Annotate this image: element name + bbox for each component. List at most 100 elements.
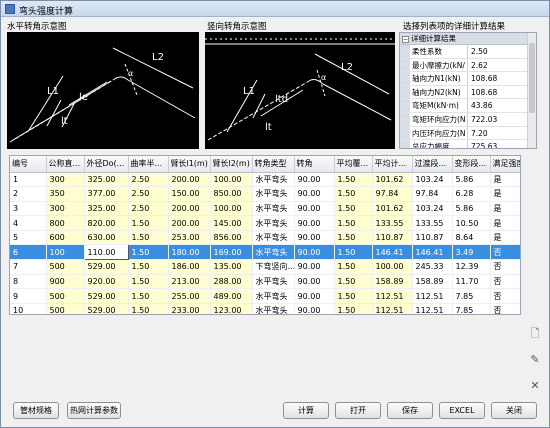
table-cell[interactable]: 10.50: [452, 215, 491, 231]
table-row[interactable]: 4 800 820.00 1.50 200.00 145.00 水平弯头 90.00 1.50 1…: [10, 215, 520, 231]
table-cell[interactable]: 100.00: [210, 172, 253, 188]
table-cell[interactable]: 1.50: [128, 259, 169, 275]
column-header[interactable]: 外径Do(...: [84, 156, 129, 173]
table-cell[interactable]: 1.50: [334, 186, 373, 202]
table-cell[interactable]: 90.00: [294, 186, 335, 202]
table-cell[interactable]: 7: [10, 259, 47, 275]
table-cell[interactable]: 1.50: [334, 259, 373, 275]
table-cell[interactable]: 否: [490, 244, 520, 261]
column-header[interactable]: 转角: [294, 156, 335, 173]
delete-row-icon[interactable]: ✕: [528, 379, 542, 393]
table-cell[interactable]: 下弯竖向...: [252, 259, 295, 275]
table-cell[interactable]: 1.50: [128, 215, 169, 231]
table-cell[interactable]: 850.00: [210, 186, 253, 202]
table-cell[interactable]: 1: [10, 172, 47, 188]
table-cell[interactable]: 920.00: [84, 274, 129, 290]
table-cell[interactable]: 101.62: [372, 172, 413, 188]
table-cell[interactable]: 158.89: [372, 274, 413, 290]
table-cell[interactable]: 97.84: [412, 186, 453, 202]
table-cell[interactable]: 325.00: [84, 201, 129, 217]
column-header[interactable]: 臂长l1(m): [168, 156, 211, 173]
column-header[interactable]: 平均计...: [372, 156, 413, 173]
table-cell[interactable]: 630.00: [84, 230, 129, 246]
table-cell[interactable]: 1.50: [334, 201, 373, 217]
table-row[interactable]: 7 500 529.00 1.50 186.00 135.00 下弯竖向... 90.00 1.…: [10, 259, 520, 275]
table-cell[interactable]: 90.00: [294, 244, 335, 261]
table-cell[interactable]: 500: [46, 288, 85, 304]
table-cell[interactable]: 133.55: [372, 215, 413, 231]
table-cell[interactable]: 水平弯头: [252, 274, 295, 290]
table-cell[interactable]: 110.87: [412, 230, 453, 246]
table-cell[interactable]: 10: [10, 303, 47, 314]
table-row[interactable]: 10 500 529.00 1.50 233.00 123.00 水平弯头 90.00 1.50…: [10, 303, 520, 314]
table-cell[interactable]: 9: [10, 288, 47, 304]
table-row[interactable]: 3 300 325.00 2.50 200.00 100.00 水平弯头 90.00 1.50 1…: [10, 201, 520, 217]
table-row[interactable]: 1 300 325.00 2.50 200.00 100.00 水平弯头 90.00 1.50 1…: [10, 172, 520, 188]
table-cell[interactable]: 100.00: [372, 259, 413, 275]
detail-group-header[interactable]: − 详细计算结果: [400, 33, 536, 45]
column-header[interactable]: 编号: [10, 156, 47, 173]
table-cell[interactable]: 8: [10, 274, 47, 290]
open-button[interactable]: 打开: [335, 402, 381, 419]
table-cell[interactable]: 255.00: [168, 288, 211, 304]
table-cell[interactable]: 213.00: [168, 274, 211, 290]
table-cell[interactable]: 112.51: [412, 288, 453, 304]
table-cell[interactable]: 90.00: [294, 172, 335, 188]
table-cell[interactable]: 103.24: [412, 172, 453, 188]
table-cell[interactable]: 186.00: [168, 259, 211, 275]
table-cell[interactable]: 是: [490, 230, 520, 246]
table-cell[interactable]: 1.50: [334, 274, 373, 290]
table-cell[interactable]: 233.00: [168, 303, 211, 314]
table-cell[interactable]: 135.00: [210, 259, 253, 275]
table-cell[interactable]: 600: [46, 230, 85, 246]
table-cell[interactable]: 是: [490, 172, 520, 188]
column-header[interactable]: 变形段...: [452, 156, 491, 173]
table-cell[interactable]: 112.51: [372, 303, 413, 314]
table-cell[interactable]: 是: [490, 201, 520, 217]
table-cell[interactable]: 500: [46, 303, 85, 314]
table-cell[interactable]: 300: [46, 172, 85, 188]
table-cell[interactable]: 1.50: [128, 230, 169, 246]
table-cell[interactable]: 1.50: [128, 303, 169, 314]
table-cell[interactable]: 200.00: [168, 215, 211, 231]
column-header[interactable]: 曲率半...: [128, 156, 169, 173]
table-cell[interactable]: 水平弯头: [252, 303, 295, 314]
detail-row[interactable]: 最小摩擦力(kN/2.62: [400, 58, 536, 73]
table-cell[interactable]: 500: [46, 259, 85, 275]
detail-row[interactable]: 轴向力N1(kN) 108.68: [400, 72, 536, 86]
table-cell[interactable]: 820.00: [84, 215, 129, 231]
table-cell[interactable]: 5: [10, 230, 47, 246]
table-cell[interactable]: 3.49: [452, 244, 491, 261]
table-cell[interactable]: 水平弯头: [252, 230, 295, 246]
table-cell[interactable]: 529.00: [84, 303, 129, 314]
column-header[interactable]: 公称直...: [46, 156, 85, 173]
table-cell[interactable]: 90.00: [294, 288, 335, 304]
detail-scroll-thumb[interactable]: [529, 43, 535, 113]
table-cell[interactable]: 123.00: [210, 303, 253, 314]
table-cell[interactable]: 否: [490, 274, 520, 290]
table-cell[interactable]: 169.00: [210, 244, 253, 261]
detail-row[interactable]: 柔性系数 2.50: [400, 45, 536, 59]
save-button[interactable]: 保存: [387, 402, 433, 419]
table-cell[interactable]: 1.50: [128, 244, 169, 261]
table-cell[interactable]: 1.50: [334, 172, 373, 188]
table-cell[interactable]: 146.41: [372, 244, 413, 261]
table-cell[interactable]: 否: [490, 303, 520, 314]
collapse-toggle-icon[interactable]: −: [402, 35, 409, 43]
table-cell[interactable]: 377.00: [84, 186, 129, 202]
edit-row-icon[interactable]: ✎: [528, 353, 542, 367]
table-cell[interactable]: 529.00: [84, 259, 129, 275]
table-cell[interactable]: 1.50: [128, 288, 169, 304]
detail-row[interactable]: 总应力幅度 725.63: [400, 140, 536, 148]
table-cell[interactable]: 101.62: [372, 201, 413, 217]
calculation-table[interactable]: 编号 公称直... 外径Do(... 曲率半... 臂长l1(m) 臂长l2(m) 转角类型…: [9, 155, 521, 315]
detail-row[interactable]: 弯矩环向应力(N 722.03: [400, 112, 536, 127]
table-cell[interactable]: 90.00: [294, 201, 335, 217]
table-cell[interactable]: 146.41: [412, 244, 453, 261]
new-row-icon[interactable]: 🗋: [528, 327, 542, 341]
table-cell[interactable]: 325.00: [84, 172, 129, 188]
pipe-spec-button[interactable]: 管材规格: [13, 402, 59, 419]
table-cell[interactable]: 145.00: [210, 215, 253, 231]
table-row[interactable]: 9 500 529.00 1.50 255.00 489.00 水平弯头 90.00 1.50 1…: [10, 288, 520, 304]
table-cell[interactable]: 856.00: [210, 230, 253, 246]
